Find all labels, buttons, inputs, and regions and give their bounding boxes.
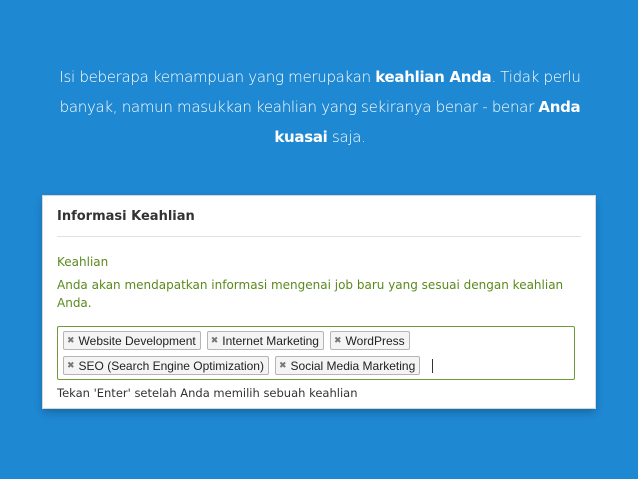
skills-panel: Informasi Keahlian Keahlian Anda akan me…: [43, 196, 595, 408]
panel-divider: [57, 236, 581, 237]
text-cursor[interactable]: [432, 358, 434, 373]
tag-row-1: ✖ Website Development ✖ Internet Marketi…: [63, 331, 410, 350]
tag-row-2: ✖ SEO (Search Engine Optimization) ✖ Soc…: [63, 356, 434, 375]
skill-tag-label: WordPress: [345, 333, 405, 348]
remove-tag-icon[interactable]: ✖: [211, 336, 219, 346]
intro-part-1: Isi beberapa kemampuan yang merupakan: [59, 68, 376, 86]
skill-tag-label: Social Media Marketing: [290, 358, 416, 373]
intro-part-3: saja.: [327, 128, 366, 146]
skill-tag: ✖ SEO (Search Engine Optimization): [63, 356, 269, 375]
skill-tag: ✖ WordPress: [329, 331, 410, 350]
skills-tag-input[interactable]: ✖ Website Development ✖ Internet Marketi…: [57, 326, 575, 380]
skills-field-description: Anda akan mendapatkan informasi mengenai…: [57, 278, 564, 310]
remove-tag-icon[interactable]: ✖: [334, 336, 342, 346]
skills-hint: Tekan 'Enter' setelah Anda memilih sebua…: [57, 386, 358, 400]
intro-text: Isi beberapa kemampuan yang merupakan ke…: [50, 62, 590, 152]
intro-bold-1: keahlian Anda: [375, 68, 492, 86]
skills-field-label: Keahlian: [57, 255, 109, 269]
skill-tag: ✖ Internet Marketing: [206, 331, 324, 350]
skill-tag-label: Website Development: [78, 333, 196, 348]
remove-tag-icon[interactable]: ✖: [67, 361, 75, 371]
skill-tag: ✖ Website Development: [63, 331, 201, 350]
remove-tag-icon[interactable]: ✖: [279, 361, 287, 371]
skill-tag: ✖ Social Media Marketing: [274, 356, 421, 375]
remove-tag-icon[interactable]: ✖: [67, 336, 75, 346]
skill-tag-label: SEO (Search Engine Optimization): [78, 358, 264, 373]
slide: Isi beberapa kemampuan yang merupakan ke…: [0, 0, 638, 479]
skill-tag-label: Internet Marketing: [222, 333, 319, 348]
panel-title: Informasi Keahlian: [57, 209, 195, 224]
